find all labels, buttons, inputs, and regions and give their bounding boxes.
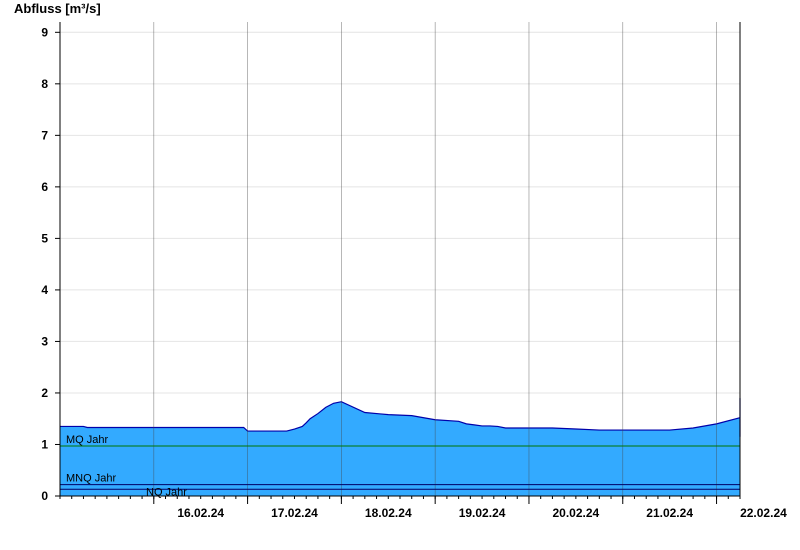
discharge-chart: 0 1 2 3 4 5 6 7 8 9 16.02.24 17.02.24 18.02.24 19.02.… [41, 22, 787, 520]
chart-page: Abfluss [m³/s] 0 1 2 3 4 5 6 7 8 9 16.02.24 17.02.2… [0, 0, 800, 550]
y-tick-label: 6 [41, 180, 48, 194]
y-tick-label: 0 [41, 489, 48, 503]
x-tick-label: 22.02.24 [740, 506, 787, 520]
x-tick-label: 21.02.24 [646, 506, 693, 520]
y-tick-label: 2 [41, 386, 48, 400]
y-tick-label: 5 [41, 231, 48, 245]
x-tick-label: 18.02.24 [365, 506, 412, 520]
y-tick-label: 1 [41, 437, 48, 451]
y-tick-label: 9 [41, 25, 48, 39]
y-tick-label: 7 [41, 128, 48, 142]
reference-line-label: MNQ Jahr [66, 473, 116, 485]
x-tick-label: 20.02.24 [553, 506, 600, 520]
y-tick-label: 8 [41, 77, 48, 91]
x-tick-label: 17.02.24 [271, 506, 318, 520]
reference-line-label: MQ Jahr [66, 434, 109, 446]
y-tick-label: 3 [41, 334, 48, 348]
discharge-area [60, 398, 740, 496]
reference-line-label: NQ Jahr [146, 486, 187, 498]
x-tick-label: 19.02.24 [459, 506, 506, 520]
y-tick-label: 4 [41, 283, 48, 297]
x-tick-label: 16.02.24 [177, 506, 224, 520]
